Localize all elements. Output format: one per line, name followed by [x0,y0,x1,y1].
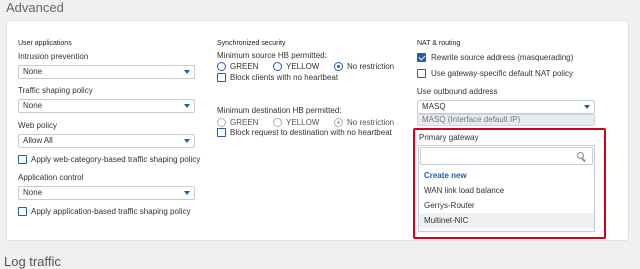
sync-security-heading: Synchronized security [217,40,286,47]
intrusion-value: None [23,67,43,76]
rewrite-source-checkbox[interactable] [417,53,426,62]
chevron-down-icon [184,191,190,195]
web-policy-select[interactable]: Allow All [18,134,195,148]
web-policy-label: Web policy [18,121,57,130]
intrusion-select[interactable]: None [18,65,195,79]
outbound-interface-field: MASQ (Interface default IP) [417,114,595,126]
rewrite-source-label: Rewrite source address (masquerading) [431,53,574,62]
dest-no-restriction-label: No restriction [347,118,395,127]
web-policy-value: Allow All [23,136,53,145]
block-clients-label: Block clients with no heartbeat [230,73,339,82]
min-source-label: Minimum source HB permitted: [217,51,327,60]
app-control-select[interactable]: None [18,186,195,200]
source-no-restriction-label: No restriction [347,62,395,71]
primary-gateway-dropdown[interactable]: Create new WAN link load balance Gerrys-… [418,145,595,232]
outbound-select[interactable]: MASQ [417,100,595,114]
outbound-interface-value: MASQ (Interface default IP) [422,115,521,124]
web-category-checkbox[interactable] [18,155,27,164]
outbound-label: Use outbound address [417,87,498,96]
chevron-down-icon [184,104,190,108]
outbound-value: MASQ [422,102,446,111]
source-no-restriction-radio[interactable] [334,62,343,71]
chevron-down-icon [584,105,590,109]
source-green-radio[interactable] [217,62,226,71]
dest-green-radio[interactable] [217,118,226,127]
gateway-option-multinet-nic[interactable]: Multinet-NIC [419,213,594,228]
search-icon [577,152,584,159]
source-yellow-label: YELLOW [286,62,320,71]
block-request-label: Block request to destination with no hea… [230,128,392,137]
source-yellow-radio[interactable] [273,62,282,71]
dest-no-restriction-radio[interactable] [334,118,343,127]
shaping-select[interactable]: None [18,99,195,113]
gateway-option-gerrys-router[interactable]: Gerrys-Router [419,198,594,213]
user-apps-heading: User applications [18,40,72,47]
web-category-label: Apply web-category-based traffic shaping… [31,155,201,164]
dest-yellow-label: YELLOW [286,118,320,127]
intrusion-label: Intrusion prevention [18,52,89,61]
app-shaping-label: Apply application-based traffic shaping … [31,207,191,216]
app-control-label: Application control [18,173,84,182]
dest-green-label: GREEN [230,118,259,127]
gateway-option-wan[interactable]: WAN link load balance [419,183,594,198]
source-green-label: GREEN [230,62,259,71]
block-clients-checkbox[interactable] [217,73,226,82]
primary-gateway-label: Primary gateway [419,133,479,142]
app-control-value: None [23,188,43,197]
gateway-search-input[interactable] [420,147,593,165]
gateway-option-create-new[interactable]: Create new [419,168,594,183]
min-dest-label: Minimum destination HB permitted: [217,106,342,115]
shaping-value: None [23,101,43,110]
gateway-nat-checkbox[interactable] [417,69,426,78]
dest-yellow-radio[interactable] [273,118,282,127]
app-shaping-checkbox[interactable] [18,207,27,216]
shaping-label: Traffic shaping policy [18,86,93,95]
section-title: Advanced [6,0,64,15]
nat-heading: NAT & routing [417,40,461,47]
gateway-nat-label: Use gateway-specific default NAT policy [431,69,573,78]
block-request-checkbox[interactable] [217,128,226,137]
chevron-down-icon [184,139,190,143]
chevron-down-icon [184,70,190,74]
